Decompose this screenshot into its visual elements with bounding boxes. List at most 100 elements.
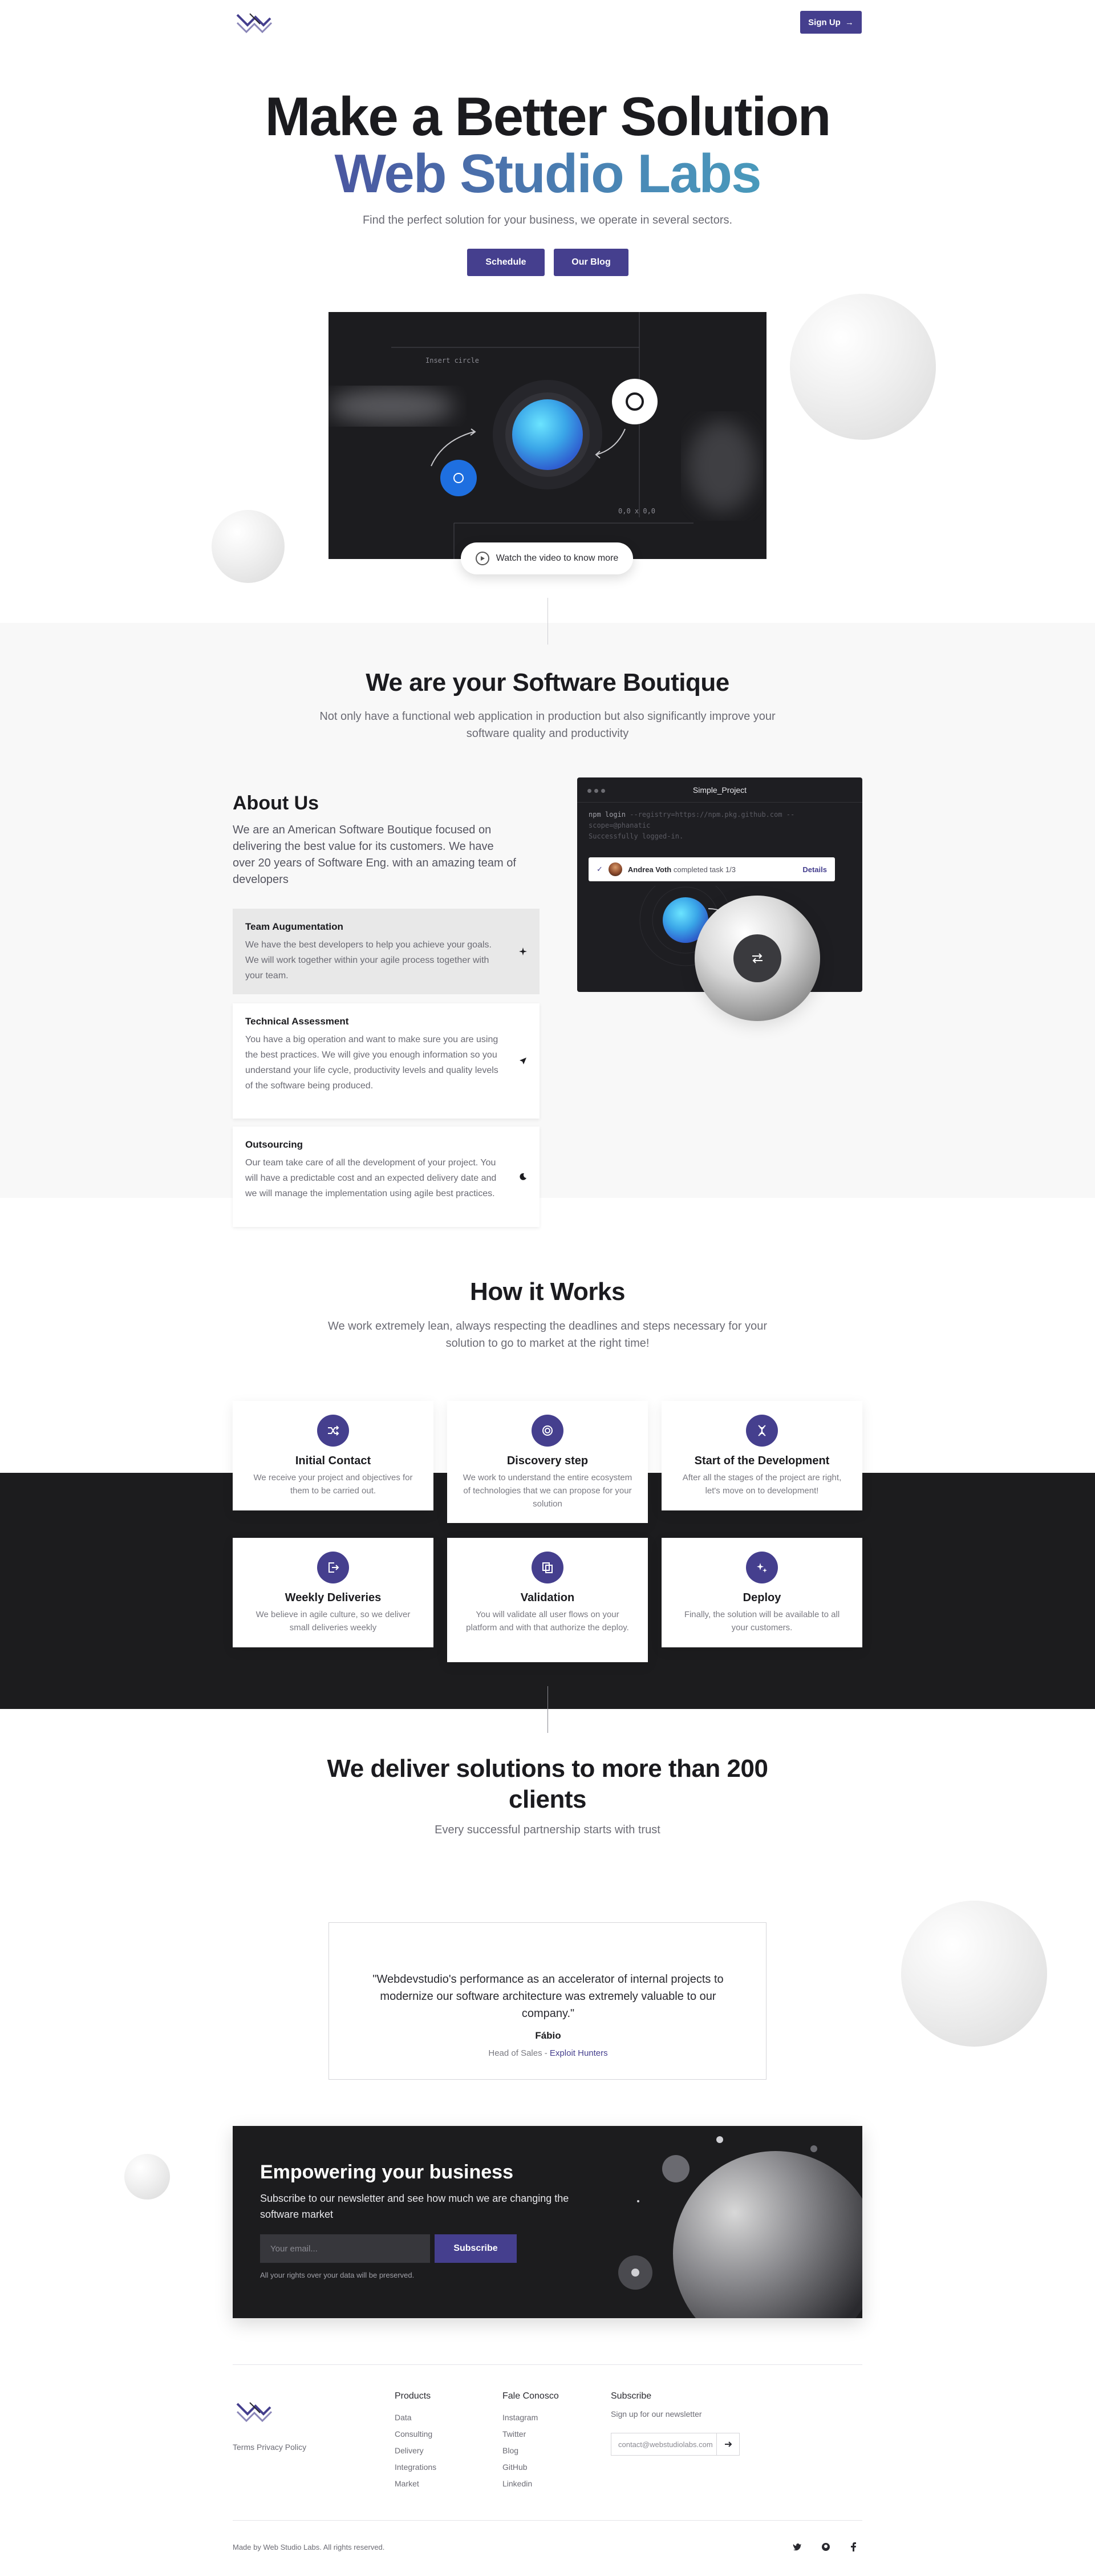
service-card-technical-assessment[interactable]: Technical Assessment You have a big oper… bbox=[233, 1003, 540, 1119]
decorative-sphere bbox=[901, 1901, 1047, 2047]
play-icon bbox=[475, 552, 489, 565]
watch-video-button[interactable]: Watch the video to know more bbox=[461, 542, 633, 574]
export-icon bbox=[317, 1552, 349, 1583]
footer-link[interactable]: GitHub bbox=[502, 2459, 559, 2476]
newsletter-subscribe-button[interactable]: Subscribe bbox=[435, 2234, 517, 2263]
footer-link[interactable]: Market bbox=[395, 2476, 436, 2492]
boutique-subtitle: Not only have a functional web applicati… bbox=[319, 710, 776, 740]
footer-link[interactable]: Linkedin bbox=[502, 2476, 559, 2492]
notification-text: completed task 1/3 bbox=[671, 865, 736, 874]
footer-products-column: Products Data Consulting Delivery Integr… bbox=[395, 2391, 436, 2492]
watch-video-label: Watch the video to know more bbox=[496, 553, 619, 563]
hero-video[interactable]: Insert circle 0,0 x 0,0 bbox=[328, 312, 766, 559]
step-card-discovery: Discovery step We work to understand the… bbox=[447, 1401, 648, 1523]
footer-subscribe-text: Sign up for our newsletter bbox=[611, 2409, 702, 2419]
newsletter-text: Subscribe to our newsletter and see how … bbox=[260, 2193, 569, 2220]
step-title: Initial Contact bbox=[295, 1455, 371, 1467]
footer-link[interactable]: Integrations bbox=[395, 2459, 436, 2476]
task-notification: ✓ Andrea Voth completed task 1/3 Details bbox=[589, 857, 835, 881]
service-card-title: Technical Assessment bbox=[245, 1016, 349, 1027]
step-title: Discovery step bbox=[506, 1455, 589, 1467]
clients-title: We deliver solutions to more than 200 cl… bbox=[0, 1753, 1095, 1815]
hero-title: Make a Better Solution bbox=[265, 86, 832, 147]
footer-link[interactable]: Instagram bbox=[502, 2409, 559, 2426]
about-text: We are an American Software Boutique foc… bbox=[233, 824, 516, 886]
details-link[interactable]: Details bbox=[802, 865, 827, 874]
step-card-deploy: Deploy Finally, the solution will be ava… bbox=[662, 1538, 862, 1647]
testimonial-role: Head of Sales - Exploit Hunters bbox=[329, 2048, 767, 2058]
hero-brand-text: Web Studio Labs bbox=[334, 143, 761, 204]
video-artwork bbox=[328, 312, 756, 559]
code-line: scope=@phanatic bbox=[589, 821, 651, 829]
cursor-icon bbox=[520, 1058, 526, 1064]
mockup-title: Simple_Project bbox=[692, 785, 747, 795]
github-icon[interactable] bbox=[819, 2540, 833, 2554]
schedule-button[interactable]: Schedule bbox=[467, 249, 545, 276]
step-title: Start of the Development bbox=[694, 1455, 830, 1467]
step-text: You will validate all user flows on your… bbox=[466, 1610, 629, 1633]
footer-email-input[interactable]: contact@webstudiolabs.com bbox=[611, 2433, 740, 2456]
shuffle-icon bbox=[317, 1415, 349, 1447]
video-label-bottom: 0,0 x 0,0 bbox=[618, 507, 656, 515]
signup-button[interactable]: Sign Up → bbox=[800, 11, 862, 34]
dna-icon bbox=[746, 1415, 778, 1447]
decorative-sphere bbox=[790, 294, 936, 440]
service-card-team-augmentation[interactable]: Team Augumentation We have the best deve… bbox=[233, 909, 540, 994]
step-title: Validation bbox=[520, 1591, 575, 1604]
step-text: We work to understand the entire ecosyst… bbox=[463, 1473, 632, 1509]
arrow-right-icon[interactable] bbox=[716, 2433, 739, 2455]
video-label-top: Insert circle bbox=[425, 357, 479, 364]
company-link[interactable]: Exploit Hunters bbox=[550, 2048, 608, 2058]
code-command: npm login bbox=[589, 811, 626, 819]
footer-legal-links[interactable]: Terms Privacy Policy bbox=[233, 2443, 306, 2452]
notification-user: Andrea Voth bbox=[627, 865, 672, 874]
footer-link[interactable]: Data bbox=[395, 2409, 436, 2426]
footer-divider bbox=[233, 2364, 862, 2365]
service-card-text: Our team take care of all the developmen… bbox=[245, 1158, 497, 1198]
service-card-outsourcing[interactable]: Outsourcing Our team take care of all th… bbox=[233, 1127, 540, 1227]
newsletter-banner: Empowering your business Subscribe to ou… bbox=[233, 2126, 862, 2318]
footer-link[interactable]: Twitter bbox=[502, 2426, 559, 2443]
service-card-title: Team Augumentation bbox=[245, 921, 343, 932]
step-text: Finally, the solution will be available … bbox=[684, 1610, 840, 1633]
facebook-icon[interactable] bbox=[846, 2540, 860, 2554]
twitter-icon[interactable] bbox=[790, 2540, 804, 2554]
footer-link[interactable]: Consulting bbox=[395, 2426, 436, 2443]
sparkle-icon bbox=[519, 947, 527, 955]
signup-label: Sign Up bbox=[808, 17, 841, 27]
clients-title-line: clients bbox=[509, 1785, 586, 1813]
check-icon: ✓ bbox=[597, 865, 603, 873]
arrow-right-icon: → bbox=[845, 17, 854, 27]
about-title: About Us bbox=[233, 792, 319, 814]
clients-subtitle: Every successful partnership starts with… bbox=[435, 1824, 660, 1836]
footer-link[interactable]: Delivery bbox=[395, 2443, 436, 2459]
footer-copyright: Made by Web Studio Labs. All rights rese… bbox=[233, 2543, 385, 2551]
footer-logo[interactable] bbox=[235, 2398, 274, 2427]
step-text: After all the stages of the project are … bbox=[682, 1473, 842, 1496]
newsletter-title: Empowering your business bbox=[260, 2161, 513, 2183]
brand-logo[interactable] bbox=[235, 9, 274, 38]
terminal-code: npm login --registry=https://npm.pkg.git… bbox=[589, 809, 794, 842]
author-role: Head of Sales - bbox=[488, 2048, 550, 2058]
code-line: Successfully logged-in. bbox=[589, 832, 684, 840]
testimonial-quote: "Webdevstudio's performance as an accele… bbox=[372, 1973, 724, 2020]
newsletter-email-input[interactable]: Your email... bbox=[260, 2234, 430, 2263]
fingerprint-icon bbox=[532, 1415, 563, 1447]
blog-button[interactable]: Our Blog bbox=[554, 249, 628, 276]
footer-subscribe-column: Subscribe Sign up for our newsletter bbox=[611, 2391, 702, 2419]
testimonial-card: "Webdevstudio's performance as an accele… bbox=[328, 1922, 766, 2080]
mockup-titlebar: Simple_Project bbox=[577, 777, 862, 803]
footer-column-title: Subscribe bbox=[611, 2391, 652, 2401]
swap-icon bbox=[733, 934, 781, 982]
how-subtitle: We work extremely lean, always respectin… bbox=[327, 1320, 767, 1350]
footer-column-title: Products bbox=[395, 2391, 431, 2401]
service-card-text: You have a big operation and want to mak… bbox=[245, 1035, 498, 1091]
step-text: We receive your project and objectives f… bbox=[253, 1473, 413, 1496]
step-card-start-development: Start of the Development After all the s… bbox=[662, 1401, 862, 1510]
avatar bbox=[608, 862, 622, 876]
copy-icon bbox=[532, 1552, 563, 1583]
footer-link[interactable]: Blog bbox=[502, 2443, 559, 2459]
service-card-text: We have the best developers to help you … bbox=[245, 940, 492, 981]
hero-brand-title: Web Studio Labs bbox=[0, 143, 1095, 205]
step-card-validation: Validation You will validate all user fl… bbox=[447, 1538, 648, 1662]
